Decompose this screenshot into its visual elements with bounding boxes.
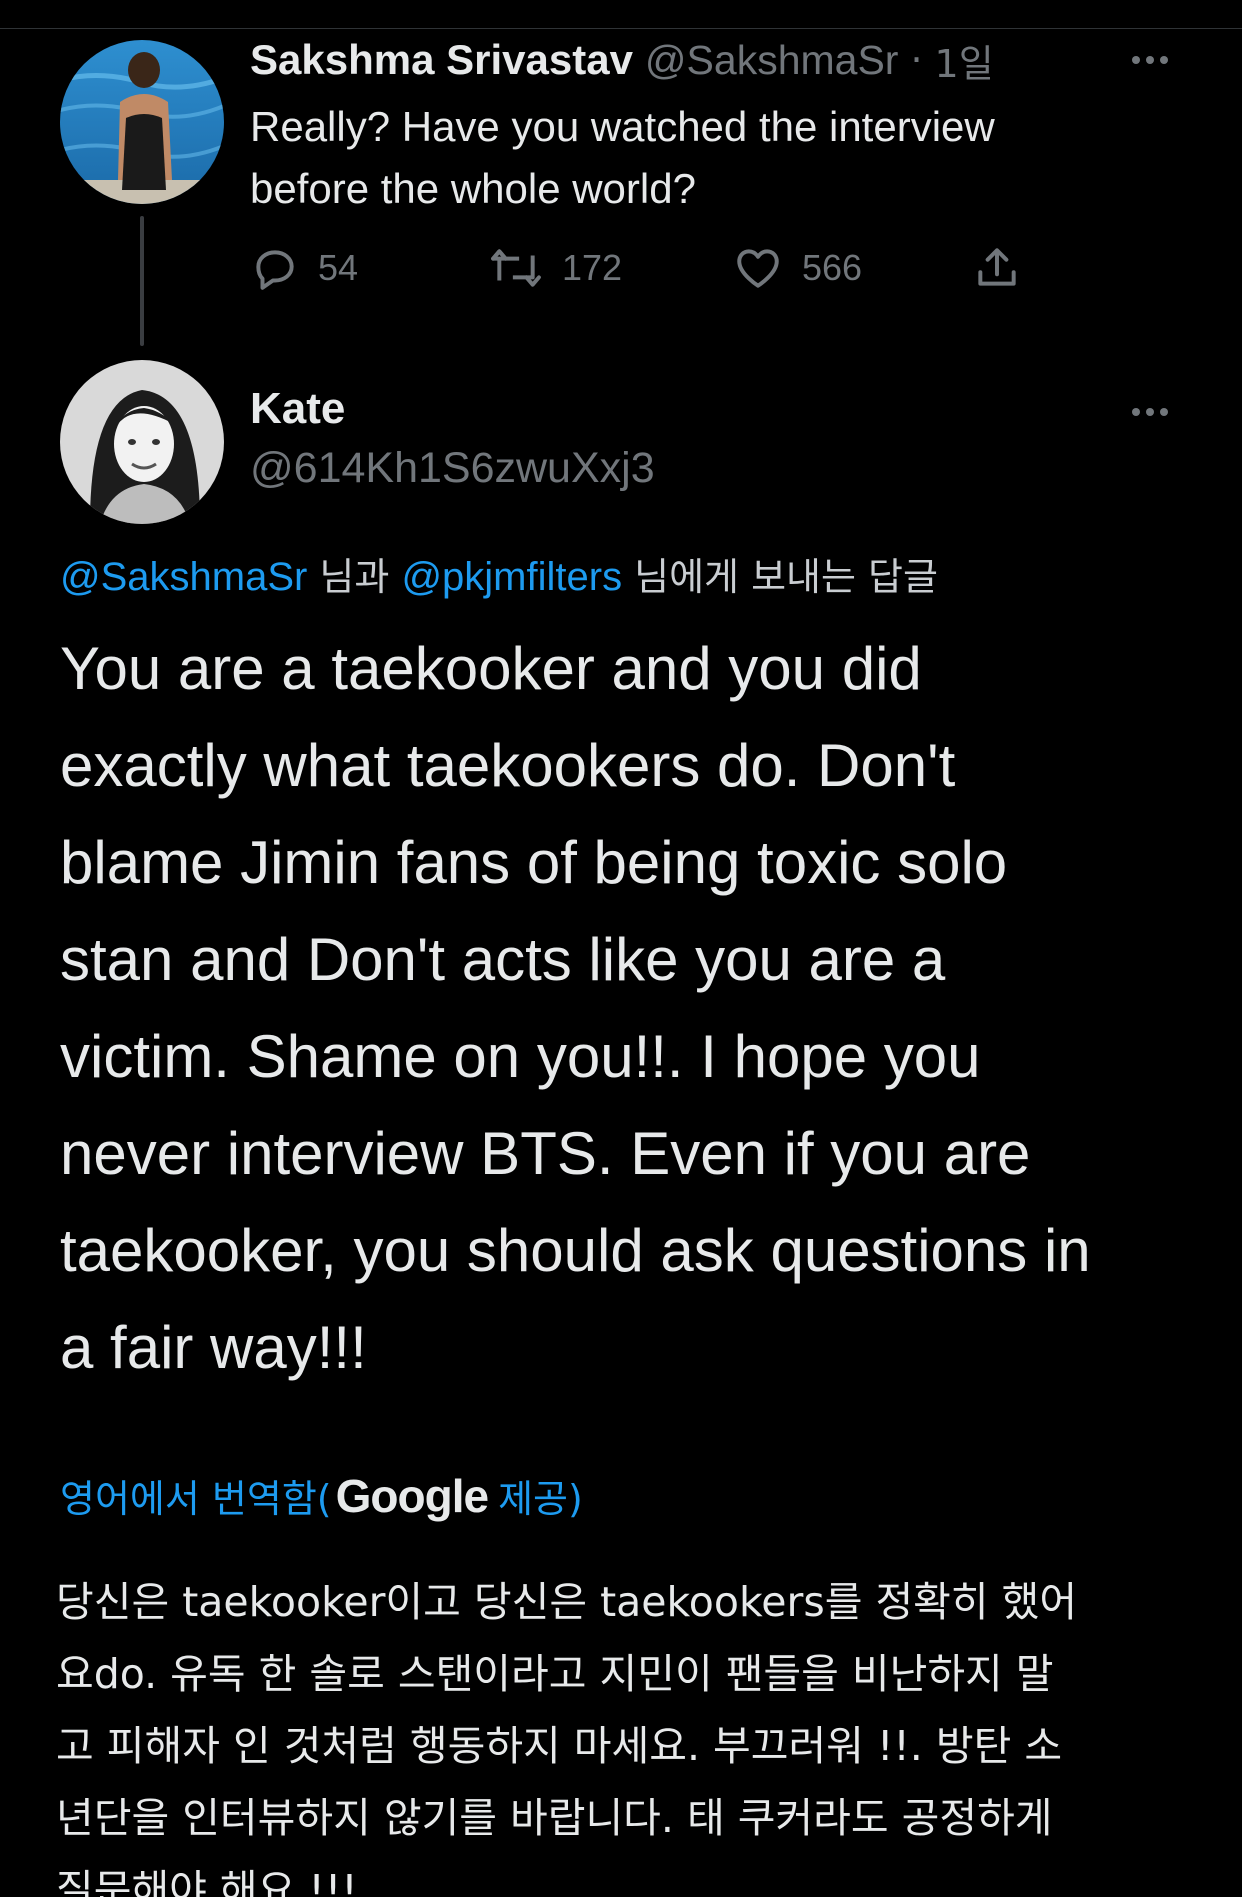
tweet-text: You are a taekooker and you did exactly …	[60, 620, 1220, 1396]
translated-line: 년단을 인터뷰하지 않기를 바랍니다. 태 쿠커라도 공정하게	[56, 1794, 1053, 1842]
more-icon[interactable]	[1132, 56, 1168, 64]
reply-count: 54	[318, 247, 359, 288]
share-button[interactable]	[972, 236, 1022, 300]
translate-prefix: 영어에서 번역함(	[60, 1477, 332, 1521]
tweet-text-line: exactly what taekookers do. Don't	[60, 732, 956, 799]
author-handle[interactable]: @614Kh1S6zwuXxj3	[250, 444, 655, 493]
tweet-text-line: taekooker, you should ask questions in	[60, 1217, 1091, 1284]
reply-icon	[256, 250, 294, 290]
tweet-text-line: a fair way!!!	[60, 1314, 367, 1381]
translated-line: 요do. 유독 한 솔로 스탠이라고 지민이 팬들을 비난하지 말	[56, 1650, 1054, 1698]
tweet-text-line: never interview BTS. Even if you are	[60, 1120, 1031, 1187]
tweet-text-line: before the whole world?	[250, 165, 696, 212]
retweet-icon	[491, 249, 541, 287]
tweet-text-line: You are a taekooker and you did	[60, 635, 922, 702]
translated-text: 당신은 taekooker이고 당신은 taekookers를 정확히 했어 요…	[56, 1566, 1226, 1897]
tweet-text-line: blame Jimin fans of being toxic solo	[60, 829, 1008, 896]
mention-link[interactable]: @pkjmfilters	[401, 555, 622, 599]
google-logo: Google	[335, 1469, 489, 1522]
thread-line	[140, 216, 144, 346]
timestamp[interactable]: 1일	[935, 33, 994, 88]
like-button[interactable]: 566	[732, 236, 862, 300]
separator-dot: ·	[910, 38, 923, 82]
tweet-actions: 54 172 566	[250, 236, 1050, 300]
reply-button[interactable]: 54	[250, 236, 358, 300]
reply-connector: 님과	[307, 555, 402, 599]
author-handle[interactable]: @SakshmaSr	[645, 37, 899, 84]
more-icon[interactable]	[1132, 408, 1168, 416]
translation-attribution-link[interactable]: 영어에서 번역함(Google 제공)	[60, 1468, 583, 1523]
share-icon	[978, 248, 1016, 286]
translate-suffix: 제공)	[498, 1477, 583, 1521]
tweet-text-line: Really? Have you watched the interview	[250, 103, 995, 150]
tweet-thread: Sakshma Srivastav @SakshmaSr · 1일 Really…	[0, 0, 1242, 1897]
author-name[interactable]: Sakshma Srivastav	[250, 36, 633, 84]
tweet-header: Sakshma Srivastav @SakshmaSr · 1일	[250, 32, 994, 88]
avatar[interactable]	[60, 40, 224, 204]
tweet-text-line: stan and Don't acts like you are a	[60, 926, 946, 993]
reply-suffix: 님에게 보내는 답글	[622, 555, 938, 599]
retweet-button[interactable]: 172	[488, 236, 622, 300]
author-name[interactable]: Kate	[250, 384, 345, 434]
like-count: 566	[802, 247, 863, 288]
translated-line: 질문해야 해요 !!!	[56, 1866, 358, 1897]
replying-to: @SakshmaSr 님과 @pkjmfilters 님에게 보내는 답글	[60, 546, 938, 601]
top-divider	[0, 28, 1242, 29]
tweet-text-line: victim. Shame on you!!. I hope you	[60, 1023, 981, 1090]
heart-icon	[737, 249, 779, 288]
tweet-text: Really? Have you watched the interview b…	[250, 96, 1150, 220]
retweet-count: 172	[562, 247, 623, 288]
translated-line: 고 피해자 인 것처럼 행동하지 마세요. 부끄러워 !!. 방탄 소	[56, 1722, 1063, 1770]
translated-line: 당신은 taekooker이고 당신은 taekookers를 정확히 했어	[56, 1578, 1078, 1626]
avatar[interactable]	[60, 360, 224, 524]
mention-link[interactable]: @SakshmaSr	[60, 555, 307, 599]
